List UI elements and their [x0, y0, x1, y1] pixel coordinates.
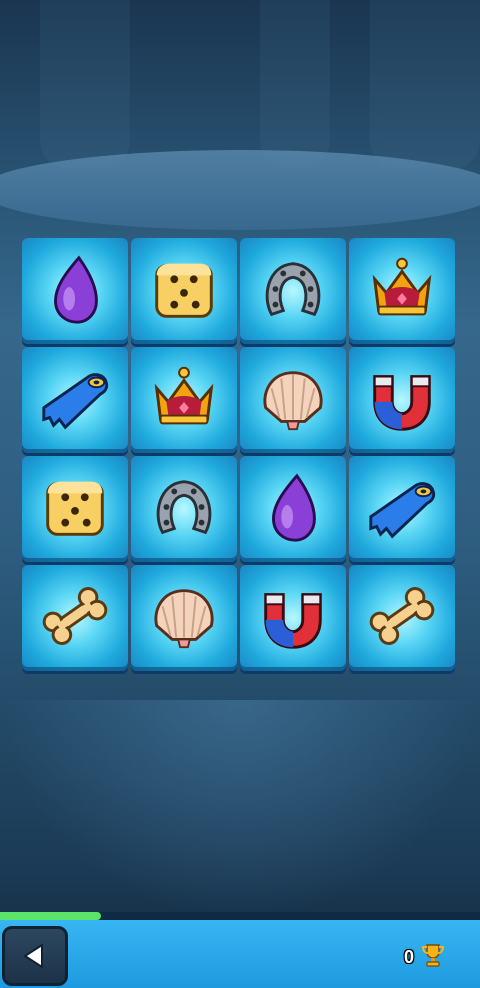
score-display: 0 — [404, 942, 446, 973]
tile[interactable] — [131, 565, 237, 671]
tile[interactable] — [240, 565, 346, 671]
bone-icon — [363, 577, 441, 660]
trophy-icon — [420, 942, 446, 973]
tile[interactable] — [349, 456, 455, 562]
seashell-icon — [254, 359, 332, 442]
tile[interactable] — [240, 347, 346, 453]
magnet-icon — [363, 359, 441, 442]
tile[interactable] — [240, 456, 346, 562]
tile[interactable] — [22, 565, 128, 671]
bone-icon — [36, 577, 114, 660]
purple-drop-icon — [254, 468, 332, 551]
swim-fin-icon — [36, 359, 114, 442]
dice-icon — [36, 468, 114, 551]
bottom-bar: 0 — [0, 920, 480, 988]
triangle-left-icon — [24, 944, 43, 968]
tile[interactable] — [349, 565, 455, 671]
tile[interactable] — [131, 347, 237, 453]
tile[interactable] — [22, 456, 128, 562]
horseshoe-icon — [254, 250, 332, 333]
crown-icon — [363, 250, 441, 333]
score-value: 0 — [403, 947, 414, 967]
tree-trunk — [370, 0, 480, 170]
dice-icon — [145, 250, 223, 333]
horseshoe-icon — [145, 468, 223, 551]
swim-fin-icon — [363, 468, 441, 551]
level-progress-bar — [0, 912, 480, 920]
tree-trunk — [260, 0, 330, 170]
tree-trunk — [40, 0, 130, 170]
tile[interactable] — [349, 347, 455, 453]
tile[interactable] — [131, 456, 237, 562]
back-button[interactable] — [2, 926, 68, 986]
level-progress-fill — [0, 912, 101, 920]
tile[interactable] — [349, 238, 455, 344]
tile-grid — [22, 238, 458, 678]
tile[interactable] — [22, 238, 128, 344]
tile[interactable] — [131, 238, 237, 344]
magnet-icon — [254, 577, 332, 660]
grass-foreground — [0, 700, 480, 920]
crown-icon — [145, 359, 223, 442]
tile[interactable] — [240, 238, 346, 344]
ground-clearing — [0, 150, 480, 230]
seashell-icon — [145, 577, 223, 660]
purple-drop-icon — [36, 250, 114, 333]
tile[interactable] — [22, 347, 128, 453]
